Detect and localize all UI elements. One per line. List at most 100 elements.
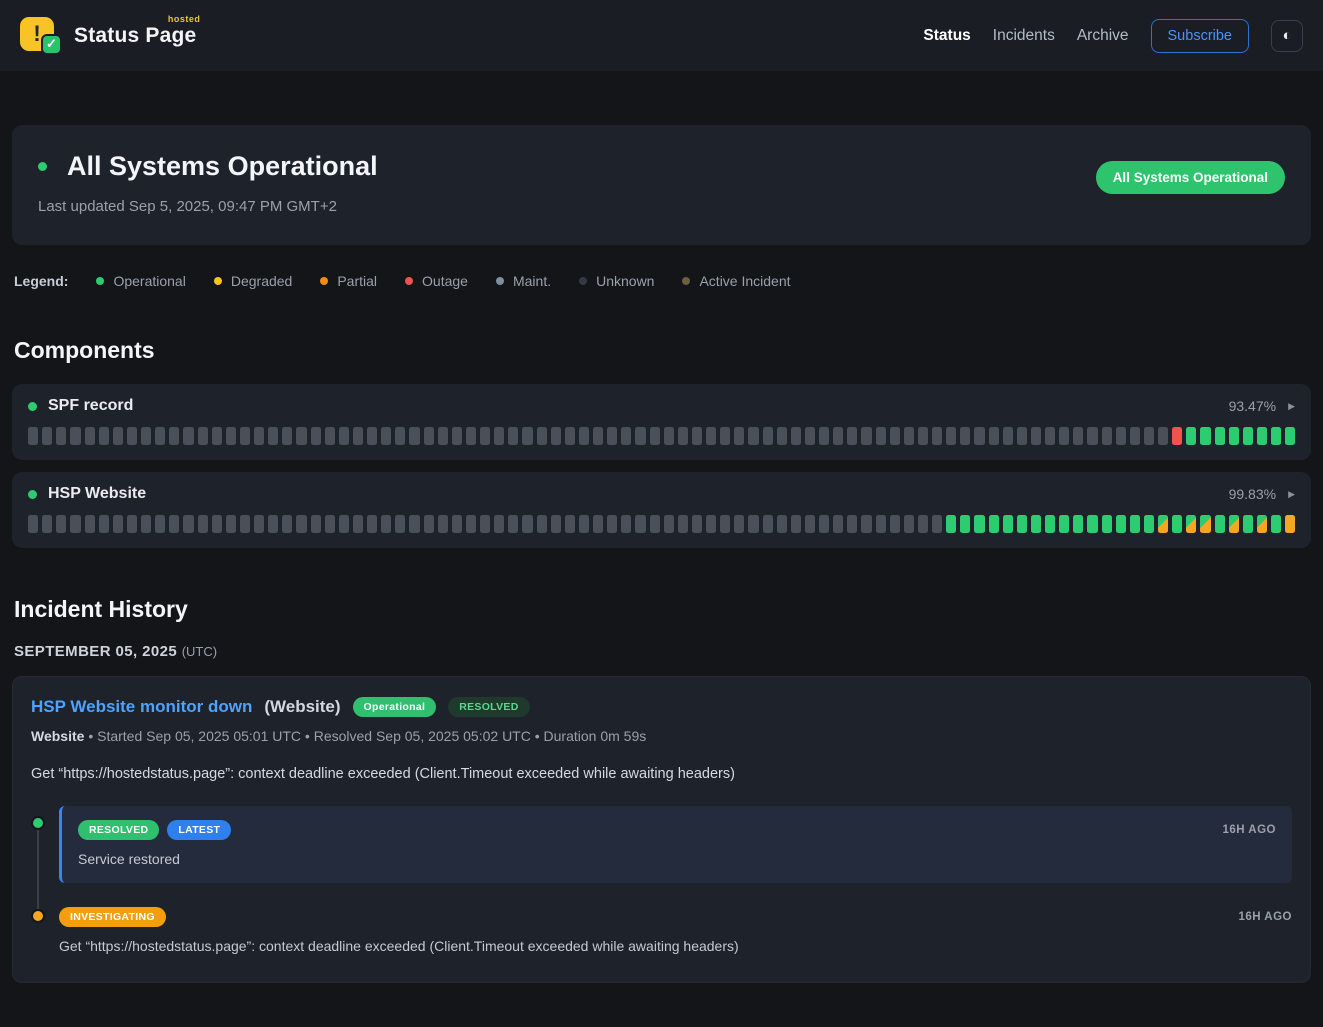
navbar: ! ✓ hosted Status Page Status Incidents Ar…	[0, 0, 1323, 71]
legend-item-label: Outage	[422, 273, 468, 289]
brand-logo-icon: ! ✓	[20, 15, 66, 57]
component-title: HSP Website	[28, 485, 146, 503]
uptime-bar	[932, 427, 942, 445]
uptime-bar	[240, 515, 250, 533]
incident-meta-component: Website	[31, 728, 84, 744]
uptime-bar	[155, 515, 165, 533]
components-heading: Components	[14, 337, 1309, 364]
navbar-right: Status Incidents Archive Subscribe ◐	[923, 19, 1303, 53]
uptime-bar	[890, 427, 900, 445]
uptime-bar	[212, 515, 222, 533]
overall-status-left: All Systems Operational Last updated Sep…	[38, 151, 378, 215]
uptime-bar	[720, 427, 730, 445]
nav-link-archive[interactable]: Archive	[1077, 27, 1129, 45]
incident-title-row: HSP Website monitor down (Website) Opera…	[31, 697, 1292, 717]
uptime-bar	[70, 427, 80, 445]
uptime-bar	[480, 515, 490, 533]
uptime-bar	[438, 515, 448, 533]
uptime-bar	[876, 515, 886, 533]
uptime-bar	[1102, 515, 1112, 533]
uptime-bar	[353, 515, 363, 533]
uptime-bar	[650, 427, 660, 445]
uptime-bar	[1073, 515, 1083, 533]
uptime-bar	[1003, 515, 1013, 533]
legend-item-outage: Outage	[405, 273, 468, 289]
uptime-bar	[1087, 427, 1097, 445]
uptime-bar	[551, 427, 561, 445]
legend-dot-active-incident	[682, 277, 690, 285]
expand-icon[interactable]: ▶	[1288, 489, 1295, 500]
uptime-bar	[890, 515, 900, 533]
brand-text: hosted Status Page	[74, 24, 196, 48]
uptime-bar	[734, 515, 744, 533]
update-header: INVESTIGATING16H AGO	[59, 907, 1292, 927]
uptime-bar	[141, 427, 151, 445]
uptime-bar	[678, 515, 688, 533]
uptime-bar	[734, 427, 744, 445]
uptime-bar	[1215, 515, 1225, 533]
uptime-bar	[494, 515, 504, 533]
legend-item-label: Degraded	[231, 273, 293, 289]
uptime-bar	[438, 427, 448, 445]
brand-superscript: hosted	[168, 14, 201, 24]
incident-title-link[interactable]: HSP Website monitor down	[31, 697, 252, 717]
uptime-bar	[621, 427, 631, 445]
uptime-bar	[537, 427, 547, 445]
uptime-bar	[1271, 427, 1281, 445]
main-content: All Systems Operational Last updated Sep…	[0, 71, 1323, 1027]
uptime-bar	[85, 427, 95, 445]
expand-icon[interactable]: ▶	[1288, 401, 1295, 412]
update-body: INVESTIGATING16H AGOGet “https://hosteds…	[59, 907, 1292, 954]
component-name: SPF record	[48, 397, 133, 415]
legend-label: Legend:	[14, 273, 68, 289]
uptime-bar	[508, 427, 518, 445]
uptime-bar	[1045, 427, 1055, 445]
legend-dot-partial	[320, 277, 328, 285]
uptime-bar	[409, 427, 419, 445]
component-name: HSP Website	[48, 485, 146, 503]
legend-dot-outage	[405, 277, 413, 285]
uptime-bar	[946, 427, 956, 445]
component-card-hsp-website: HSP Website99.83%▶	[12, 472, 1311, 548]
uptime-bar	[296, 427, 306, 445]
uptime-bar	[1200, 427, 1210, 445]
uptime-bar	[1271, 515, 1281, 533]
uptime-bar	[1243, 515, 1253, 533]
incident-component-suffix: (Website)	[264, 697, 340, 717]
uptime-bar	[904, 515, 914, 533]
uptime-bar	[1285, 515, 1295, 533]
nav-link-incidents[interactable]: Incidents	[993, 27, 1055, 45]
latest-badge: LATEST	[167, 820, 231, 840]
uptime-bar	[155, 427, 165, 445]
timeline-dot	[31, 816, 45, 830]
nav-link-status[interactable]: Status	[923, 27, 970, 45]
uptime-bar	[56, 427, 66, 445]
uptime-bar	[635, 515, 645, 533]
incident-date-timezone: (UTC)	[182, 644, 217, 659]
uptime-bar	[593, 427, 603, 445]
uptime-bar	[706, 427, 716, 445]
uptime-bar	[1017, 427, 1027, 445]
uptime-bar	[240, 427, 250, 445]
uptime-bar	[593, 515, 603, 533]
uptime-bar	[169, 427, 179, 445]
uptime-bar	[960, 515, 970, 533]
component-status-badge: Operational	[353, 697, 437, 717]
uptime-bar	[1158, 515, 1168, 533]
update-header: RESOLVEDLATEST16H AGO	[78, 820, 1276, 840]
theme-toggle-button[interactable]: ◐	[1271, 20, 1303, 52]
uptime-bar	[1158, 427, 1168, 445]
uptime-bar	[678, 427, 688, 445]
last-updated-text: Last updated Sep 5, 2025, 09:47 PM GMT+2	[38, 198, 378, 215]
legend-item-partial: Partial	[320, 273, 377, 289]
legend-item-operational: Operational	[96, 273, 185, 289]
uptime-bar	[918, 427, 928, 445]
component-header[interactable]: HSP Website99.83%▶	[28, 485, 1295, 503]
component-header[interactable]: SPF record93.47%▶	[28, 397, 1295, 415]
legend-dot-maint	[496, 277, 504, 285]
legend-dot-operational	[96, 277, 104, 285]
uptime-bar	[960, 427, 970, 445]
brand[interactable]: ! ✓ hosted Status Page	[20, 15, 196, 57]
subscribe-button[interactable]: Subscribe	[1151, 19, 1249, 53]
uptime-bar	[692, 427, 702, 445]
